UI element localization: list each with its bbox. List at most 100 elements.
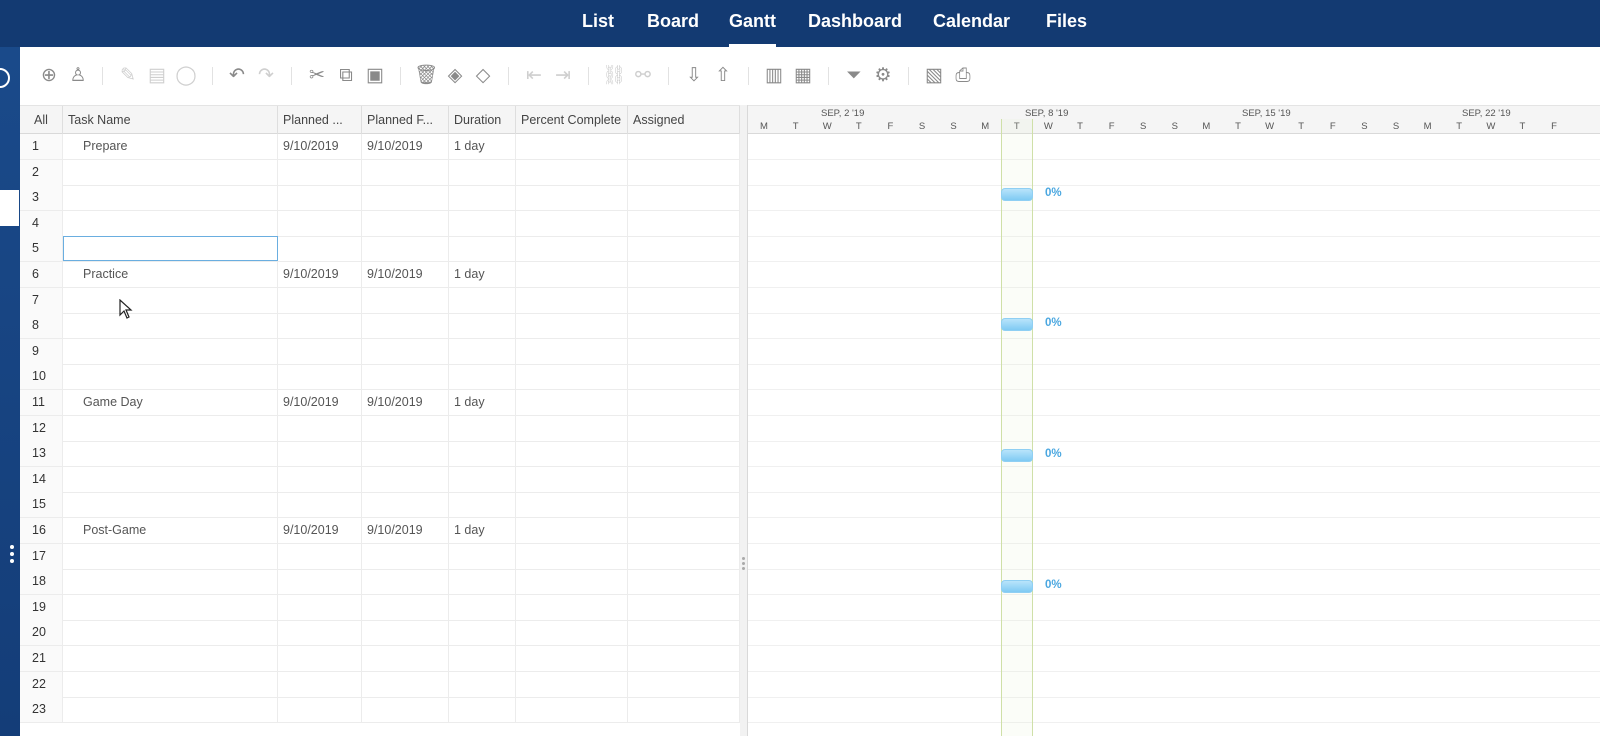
planned-finish-cell[interactable] (362, 441, 449, 467)
task-name-cell[interactable] (63, 210, 278, 236)
planned-finish-cell[interactable] (362, 313, 449, 339)
task-bar[interactable] (1001, 449, 1033, 462)
percent-complete-cell[interactable] (516, 364, 628, 390)
comment-icon[interactable]: ◯ (174, 64, 198, 88)
columns-icon[interactable]: ▥ (762, 64, 786, 88)
timeline-row[interactable] (748, 364, 1600, 391)
col-task-name-header[interactable]: Task Name (63, 106, 278, 135)
task-bar[interactable] (1001, 188, 1033, 201)
milestone-icon[interactable]: ◇ (471, 64, 495, 88)
save-icon[interactable]: ▧ (922, 64, 946, 88)
col-planned-finish-header[interactable]: Planned F... (362, 106, 449, 135)
table-row[interactable]: 1 Prepare 9/10/2019 9/10/2019 1 day (20, 134, 740, 160)
percent-complete-cell[interactable] (516, 569, 628, 595)
planned-finish-cell[interactable] (362, 646, 449, 671)
task-name-cell[interactable] (63, 415, 278, 441)
assigned-cell[interactable] (628, 236, 740, 262)
planned-finish-cell[interactable] (362, 338, 449, 364)
planned-start-cell[interactable] (278, 492, 362, 518)
assign-user-icon[interactable]: ♙ (66, 64, 90, 88)
timeline-row[interactable] (748, 492, 1600, 519)
settings-icon[interactable]: ⚙ (871, 64, 895, 88)
planned-start-cell[interactable] (278, 313, 362, 339)
percent-complete-cell[interactable] (516, 262, 628, 287)
duration-cell[interactable] (449, 594, 516, 620)
task-name-cell[interactable]: Prepare (63, 134, 278, 159)
duration-cell[interactable]: 1 day (449, 390, 516, 415)
task-name-cell[interactable]: Game Day (63, 390, 278, 415)
duration-cell[interactable] (449, 287, 516, 313)
timeline-row[interactable] (748, 416, 1600, 442)
delete-icon[interactable]: 🗑 (414, 64, 438, 88)
duration-cell[interactable] (449, 364, 516, 390)
duration-cell[interactable] (449, 543, 516, 569)
planned-finish-cell[interactable] (362, 159, 449, 185)
table-row[interactable]: 6 Practice 9/10/2019 9/10/2019 1 day (20, 262, 740, 288)
planned-finish-cell[interactable] (362, 210, 449, 236)
task-bar[interactable] (1001, 318, 1033, 331)
col-duration-header[interactable]: Duration (449, 106, 516, 135)
outdent-icon[interactable]: ⇤ (522, 64, 546, 88)
percent-complete-cell[interactable] (516, 697, 628, 723)
planned-finish-cell[interactable] (362, 364, 449, 390)
grid-icon[interactable]: ▦ (791, 64, 815, 88)
duration-cell[interactable]: 1 day (449, 262, 516, 287)
planned-finish-cell[interactable] (362, 185, 449, 211)
table-row[interactable]: 19 (20, 594, 740, 621)
percent-complete-cell[interactable] (516, 441, 628, 467)
assigned-cell[interactable] (628, 492, 740, 518)
task-name-cell[interactable] (63, 159, 278, 185)
percent-complete-cell[interactable] (516, 390, 628, 415)
percent-complete-cell[interactable] (516, 671, 628, 697)
duration-cell[interactable] (449, 569, 516, 595)
task-name-cell[interactable] (63, 185, 278, 211)
assigned-cell[interactable] (628, 697, 740, 723)
table-row[interactable]: 16 Post-Game 9/10/2019 9/10/2019 1 day (20, 518, 740, 544)
timeline-row[interactable] (748, 185, 1600, 212)
planned-start-cell[interactable] (278, 287, 362, 313)
planned-finish-cell[interactable] (362, 697, 449, 723)
table-row[interactable]: 22 (20, 671, 740, 698)
edit-icon[interactable]: ✎ (116, 64, 140, 88)
col-planned-start-header[interactable]: Planned ... (278, 106, 362, 135)
task-name-cell[interactable] (63, 338, 278, 364)
planned-start-cell[interactable]: 9/10/2019 (278, 134, 362, 159)
timeline-row[interactable] (748, 160, 1600, 186)
percent-complete-cell[interactable] (516, 159, 628, 185)
planned-start-cell[interactable]: 9/10/2019 (278, 262, 362, 287)
task-name-cell[interactable] (63, 236, 278, 262)
table-row[interactable]: 3 (20, 185, 740, 212)
task-bar[interactable] (1001, 580, 1033, 593)
table-row[interactable]: 12 (20, 415, 740, 442)
assigned-cell[interactable] (628, 210, 740, 236)
nav-tab-calendar[interactable]: Calendar (933, 0, 1010, 47)
duration-cell[interactable] (449, 415, 516, 441)
unlink-icon[interactable]: ⚯ (631, 64, 655, 88)
nav-tab-board[interactable]: Board (647, 0, 699, 47)
percent-complete-cell[interactable] (516, 594, 628, 620)
percent-complete-cell[interactable] (516, 415, 628, 441)
planned-finish-cell[interactable]: 9/10/2019 (362, 134, 449, 159)
duration-cell[interactable] (449, 210, 516, 236)
planned-start-cell[interactable]: 9/10/2019 (278, 518, 362, 543)
timeline-row[interactable] (748, 441, 1600, 468)
percent-complete-cell[interactable] (516, 646, 628, 671)
assigned-cell[interactable] (628, 518, 740, 543)
duration-cell[interactable] (449, 185, 516, 211)
table-row[interactable]: 13 (20, 441, 740, 468)
planned-finish-cell[interactable]: 9/10/2019 (362, 262, 449, 287)
table-row[interactable]: 17 (20, 543, 740, 570)
planned-start-cell[interactable] (278, 646, 362, 671)
table-row[interactable]: 20 (20, 620, 740, 647)
assigned-cell[interactable] (628, 620, 740, 646)
assigned-cell[interactable] (628, 313, 740, 339)
table-row[interactable]: 4 (20, 210, 740, 237)
task-name-cell[interactable] (63, 313, 278, 339)
assigned-cell[interactable] (628, 671, 740, 697)
planned-start-cell[interactable] (278, 620, 362, 646)
planned-start-cell[interactable] (278, 210, 362, 236)
percent-complete-cell[interactable] (516, 338, 628, 364)
planned-start-cell[interactable] (278, 441, 362, 467)
task-name-cell[interactable] (63, 441, 278, 467)
sidebar-circle-icon[interactable] (0, 68, 10, 88)
